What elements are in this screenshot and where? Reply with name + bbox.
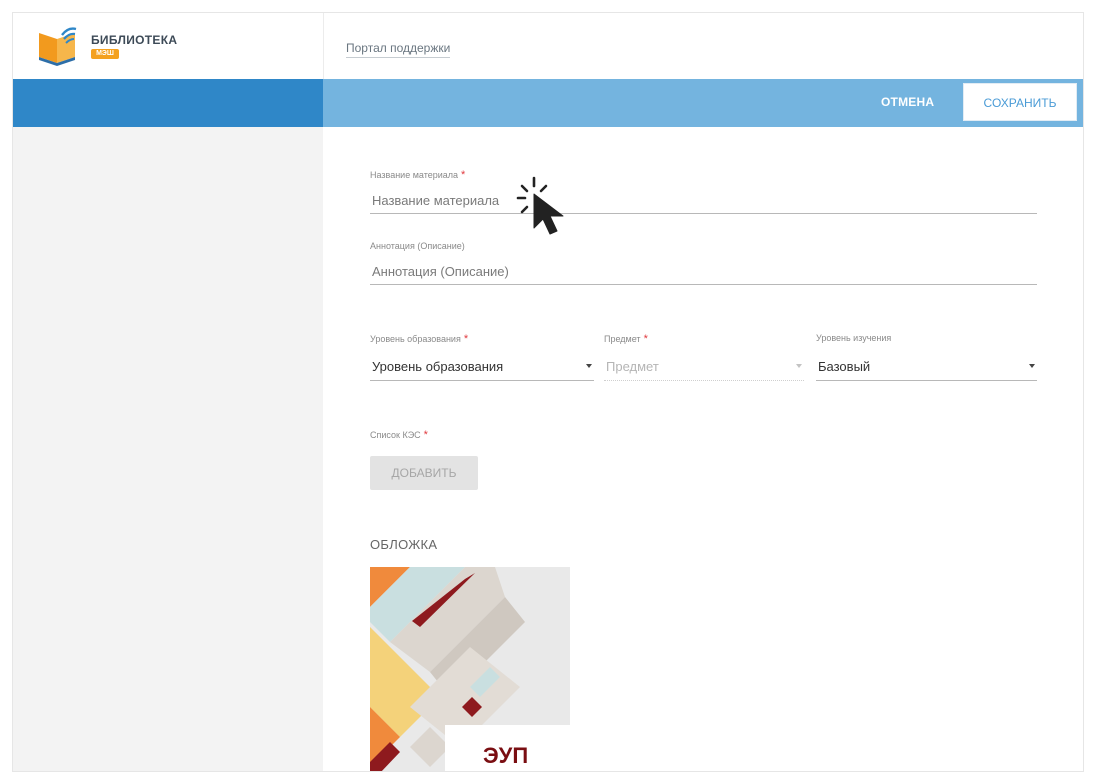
education-level-label-text: Уровень образования: [370, 334, 461, 344]
required-mark: *: [423, 429, 428, 441]
chevron-down-icon: [586, 364, 592, 368]
education-level-label: Уровень образования *: [370, 333, 468, 345]
subject-select[interactable]: Предмет: [604, 355, 804, 381]
brand-title: БИБЛИОТЕКА: [91, 33, 178, 47]
cover-code-text: ЭУП: [483, 743, 529, 768]
study-level-label: Уровень изучения: [816, 333, 892, 343]
required-mark: *: [461, 169, 466, 181]
study-level-select[interactable]: Базовый: [816, 355, 1037, 381]
chevron-down-icon: [1029, 364, 1035, 368]
study-level-value: Базовый: [818, 359, 871, 374]
cancel-button[interactable]: ОТМЕНА: [881, 95, 934, 109]
toolbar-band-left: [13, 79, 323, 127]
cover-artwork: [370, 567, 570, 771]
mouse-pointer-icon: [516, 176, 564, 235]
sidebar-panel: [13, 127, 323, 771]
support-portal-link[interactable]: Портал поддержки: [346, 41, 451, 58]
app-window: БИБЛИОТЕКА МЭШ Портал поддержки ОТМЕНА С…: [12, 12, 1084, 772]
title-label-text: Название материала: [370, 170, 459, 180]
annotation-field-label: Аннотация (Описание): [370, 241, 465, 251]
title-input[interactable]: [370, 188, 1037, 214]
top-header: БИБЛИОТЕКА МЭШ Портал поддержки: [13, 13, 1083, 79]
save-button[interactable]: СОХРАНИТЬ: [963, 83, 1077, 121]
kes-list-label: Список КЭС *: [370, 429, 428, 441]
library-logo-icon[interactable]: [35, 23, 83, 67]
education-level-select[interactable]: Уровень образования: [370, 355, 594, 381]
education-level-value: Уровень образования: [372, 359, 504, 374]
subject-label-text: Предмет: [604, 334, 641, 344]
add-kes-button[interactable]: ДОБАВИТЬ: [370, 456, 478, 490]
kes-label-text: Список КЭС: [370, 430, 421, 440]
cover-heading: ОБЛОЖКА: [370, 537, 438, 552]
subject-value: Предмет: [606, 359, 659, 374]
required-mark: *: [643, 333, 648, 345]
annotation-input[interactable]: [370, 259, 1037, 285]
chevron-down-icon: [796, 364, 802, 368]
title-field-label: Название материала *: [370, 169, 465, 181]
brand-subtitle-badge: МЭШ: [91, 49, 119, 59]
subject-label: Предмет *: [604, 333, 648, 345]
cover-image[interactable]: [370, 567, 570, 771]
header-divider: [323, 13, 324, 79]
required-mark: *: [463, 333, 469, 345]
